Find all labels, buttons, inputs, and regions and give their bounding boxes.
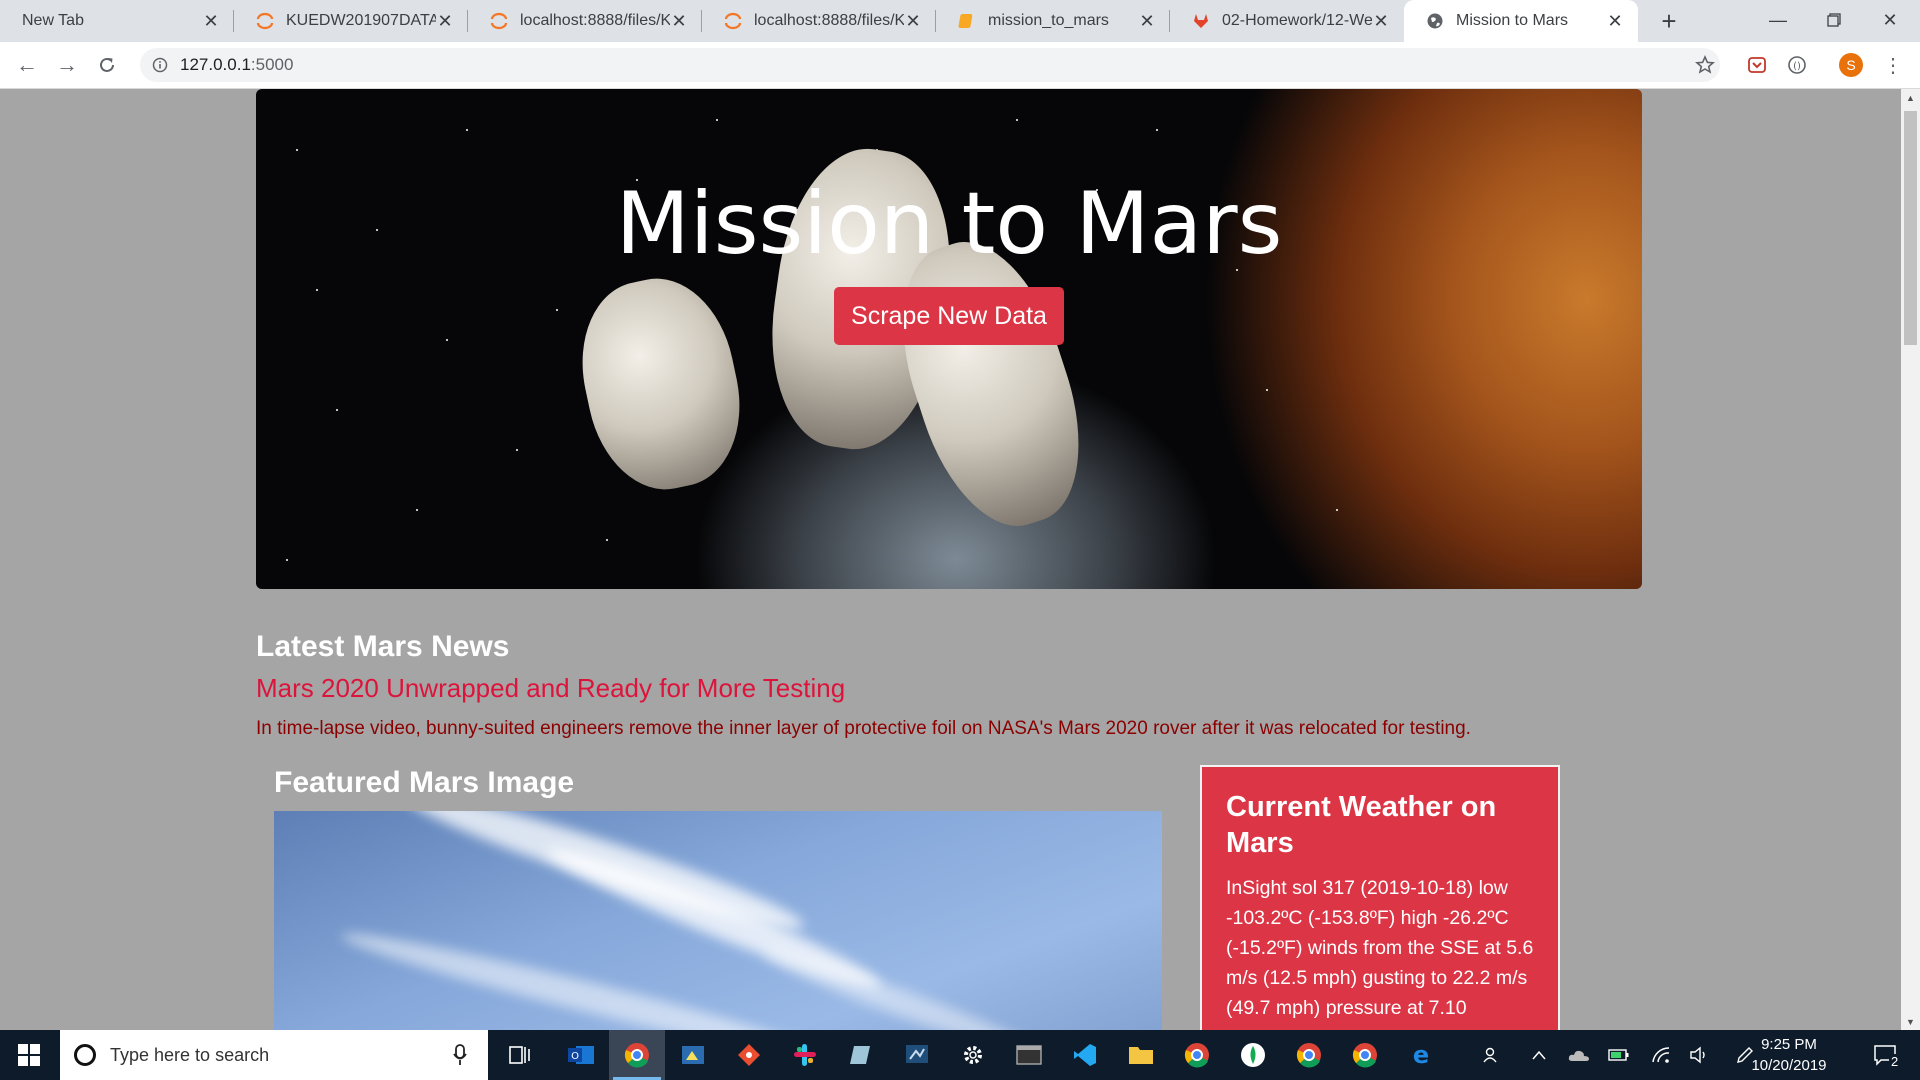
outlook-icon[interactable]: O: [553, 1030, 609, 1080]
vscode-icon[interactable]: [1057, 1030, 1113, 1080]
new-tab-button[interactable]: +: [1654, 6, 1684, 37]
chevron-up-icon[interactable]: [1522, 1030, 1556, 1080]
git-app-icon[interactable]: [721, 1030, 777, 1080]
back-icon[interactable]: ←: [12, 50, 42, 80]
hero-title: Mission to Mars: [615, 174, 1283, 274]
tab-title: localhost:8888/files/KU: [520, 12, 670, 29]
info-icon[interactable]: [150, 55, 170, 75]
battery-icon[interactable]: [1602, 1030, 1636, 1080]
wifi-icon[interactable]: [1644, 1030, 1678, 1080]
tab-title: localhost:8888/files/KU: [754, 12, 904, 29]
extension-icon[interactable]: (): [1784, 52, 1810, 78]
weather-heading: Current Weather on Mars: [1226, 791, 1497, 859]
tab-new-tab[interactable]: New Tab ✕: [0, 0, 234, 42]
featured-mars-image: [274, 811, 1162, 1030]
svg-text:O: O: [571, 1051, 579, 1062]
scroll-up-arrow-icon[interactable]: ▲: [1901, 89, 1920, 106]
windows-start-icon[interactable]: [0, 1030, 58, 1080]
task-view-icon[interactable]: [492, 1030, 548, 1080]
news-title: Mars 2020 Unwrapped and Ready for More T…: [256, 673, 846, 703]
avatar-initial: S: [1839, 53, 1863, 77]
windows-taskbar: Type here to search O e 9:25 PM 10/20/20…: [0, 1030, 1920, 1080]
close-icon[interactable]: ✕: [202, 11, 220, 32]
page-scrollbar[interactable]: ▲ ▼: [1901, 89, 1920, 1030]
jupyter-icon: [490, 12, 508, 30]
cortana-icon: [74, 1044, 96, 1066]
notification-center-icon[interactable]: 2: [1862, 1030, 1908, 1080]
featured-image-heading: Featured Mars Image: [274, 766, 575, 799]
close-window-icon[interactable]: ✕: [1862, 4, 1918, 36]
taskbar-search[interactable]: Type here to search: [60, 1030, 488, 1080]
tab-localhost-files-2[interactable]: localhost:8888/files/KU ✕: [702, 0, 936, 42]
settings-gear-icon[interactable]: [945, 1030, 1001, 1080]
tab-kuedw-repo[interactable]: KUEDW201907DATA2/ ✕: [234, 0, 468, 42]
profile-avatar[interactable]: S: [1838, 52, 1864, 78]
jupyter-icon: [256, 12, 274, 30]
chrome-icon[interactable]: [1337, 1030, 1393, 1080]
url-host: 127.0.0.1: [180, 55, 251, 74]
mongodb-icon[interactable]: [1225, 1030, 1281, 1080]
tab-mission-to-mars[interactable]: Mission to Mars ✕: [1404, 0, 1638, 42]
notes-app-icon[interactable]: [833, 1030, 889, 1080]
jupyter-icon: [724, 12, 742, 30]
notification-count-badge: 2: [1889, 1054, 1901, 1069]
close-icon[interactable]: ✕: [1372, 11, 1390, 32]
tab-gitlab-homework[interactable]: 02-Homework/12-Web ✕: [1170, 0, 1404, 42]
file-explorer-icon[interactable]: [1113, 1030, 1169, 1080]
svg-text:(): (): [1793, 61, 1801, 72]
close-icon[interactable]: ✕: [904, 11, 922, 32]
onedrive-icon[interactable]: [1562, 1030, 1596, 1080]
scrape-new-data-button[interactable]: Scrape New Data: [834, 287, 1064, 345]
browser-tab-strip: New Tab ✕ KUEDW201907DATA2/ ✕ localhost:…: [0, 0, 1920, 42]
browser-toolbar: ← → 127.0.0.1:5000 () S ⋮: [0, 42, 1920, 89]
taskbar-search-placeholder: Type here to search: [110, 1044, 270, 1065]
bookmark-star-icon[interactable]: [1692, 52, 1718, 78]
pocket-extension-icon[interactable]: [1744, 52, 1770, 78]
hero-banner: Mission to Mars Scrape New Data: [256, 89, 1642, 589]
reload-icon[interactable]: [92, 50, 122, 80]
chrome-icon[interactable]: [1169, 1030, 1225, 1080]
url-port: :5000: [250, 55, 294, 74]
tab-title: Mission to Mars: [1456, 12, 1569, 29]
tab-title: 02-Homework/12-Web: [1222, 12, 1372, 29]
clock-time: 9:25 PM: [1761, 1036, 1817, 1053]
tab-title: New Tab: [22, 12, 84, 29]
terminal-icon[interactable]: [1001, 1030, 1057, 1080]
edge-icon[interactable]: e: [1393, 1030, 1449, 1080]
notebook-icon: [958, 12, 976, 30]
svg-text:e: e: [1413, 1042, 1429, 1068]
gitlab-icon: [1192, 12, 1210, 30]
menu-kebab-icon[interactable]: ⋮: [1880, 52, 1906, 78]
taskbar-clock[interactable]: 9:25 PM 10/20/2019: [1746, 1034, 1832, 1076]
chrome-icon[interactable]: [609, 1030, 665, 1080]
restore-icon[interactable]: [1806, 4, 1862, 36]
weather-card: Current Weather on Mars InSight sol 317 …: [1200, 765, 1560, 1030]
address-bar[interactable]: 127.0.0.1:5000: [140, 48, 1720, 82]
tab-mission-to-mars-notebook[interactable]: mission_to_mars ✕: [936, 0, 1170, 42]
tab-title: KUEDW201907DATA2/: [286, 12, 436, 29]
weather-text: InSight sol 317 (2019-10-18) low -103.2º…: [1226, 877, 1534, 1019]
news-teaser: In time-lapse video, bunny-suited engine…: [256, 718, 1471, 739]
close-icon[interactable]: ✕: [1138, 11, 1156, 32]
scroll-down-arrow-icon[interactable]: ▼: [1901, 1013, 1920, 1030]
tab-title: mission_to_mars: [988, 12, 1109, 29]
page-viewport: Mission to Mars Scrape New Data Latest M…: [0, 89, 1901, 1030]
microphone-icon[interactable]: [450, 1044, 470, 1066]
close-icon[interactable]: ✕: [670, 11, 688, 32]
chrome-icon[interactable]: [1281, 1030, 1337, 1080]
tab-localhost-files-1[interactable]: localhost:8888/files/KU ✕: [468, 0, 702, 42]
minimize-icon[interactable]: —: [1750, 4, 1806, 36]
scroll-thumb[interactable]: [1904, 111, 1917, 345]
remote-desktop-icon[interactable]: [889, 1030, 945, 1080]
people-icon[interactable]: [1474, 1030, 1508, 1080]
paint-app-icon[interactable]: [665, 1030, 721, 1080]
clock-date: 10/20/2019: [1751, 1057, 1827, 1074]
latest-news-heading: Latest Mars News: [256, 630, 510, 663]
volume-icon[interactable]: [1682, 1030, 1716, 1080]
close-icon[interactable]: ✕: [436, 11, 454, 32]
slack-icon[interactable]: [777, 1030, 833, 1080]
globe-icon: [1426, 12, 1444, 30]
forward-icon[interactable]: →: [52, 50, 82, 80]
close-icon[interactable]: ✕: [1606, 11, 1624, 32]
